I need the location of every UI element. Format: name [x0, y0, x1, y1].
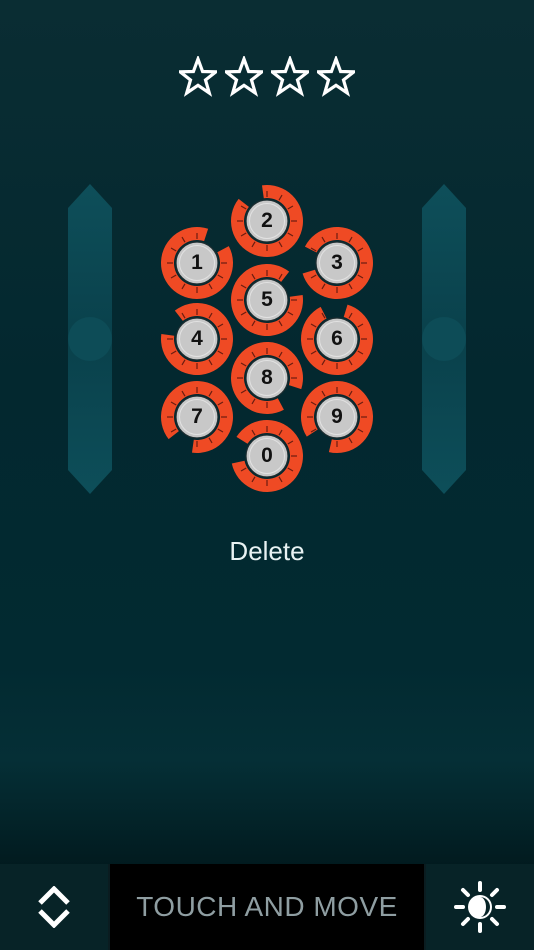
touch-and-move-label[interactable]: TOUCH AND MOVE: [110, 864, 424, 950]
key-2[interactable]: 2: [230, 184, 304, 258]
key-face: [175, 317, 219, 361]
brightness-icon: [454, 881, 506, 933]
brightness-button[interactable]: [426, 864, 534, 950]
key-9[interactable]: 9: [300, 380, 374, 454]
key-3[interactable]: 3: [300, 226, 374, 300]
key-0[interactable]: 0: [230, 419, 304, 493]
key-face: [315, 241, 359, 285]
key-face: [245, 434, 289, 478]
key-4[interactable]: 4: [160, 302, 234, 376]
rotary-keypad: 1 2 3 4 5 6 7 8 9 0: [0, 0, 534, 950]
key-face: [315, 317, 359, 361]
key-1[interactable]: 1: [160, 226, 234, 300]
key-face: [245, 278, 289, 322]
key-face: [245, 199, 289, 243]
mode-toggle-button[interactable]: [0, 864, 108, 950]
key-face: [175, 395, 219, 439]
key-6[interactable]: 6: [300, 302, 374, 376]
delete-button[interactable]: Delete: [0, 536, 534, 567]
key-face: [245, 356, 289, 400]
key-7[interactable]: 7: [160, 380, 234, 454]
key-face: [315, 395, 359, 439]
bottom-bar: TOUCH AND MOVE: [0, 864, 534, 950]
key-8[interactable]: 8: [230, 341, 304, 415]
key-5[interactable]: 5: [230, 263, 304, 337]
up-down-chevrons-icon: [38, 886, 70, 928]
key-face: [175, 241, 219, 285]
